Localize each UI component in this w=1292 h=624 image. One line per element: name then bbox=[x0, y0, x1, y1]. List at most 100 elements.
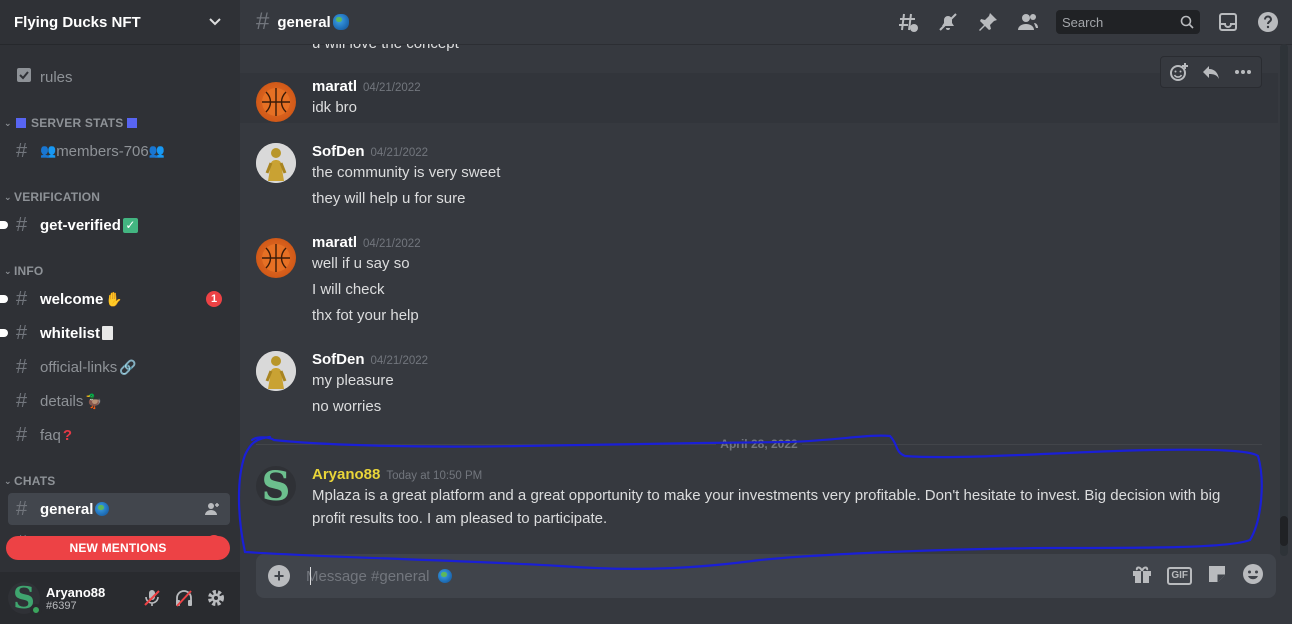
channel-label: official-links bbox=[40, 358, 118, 376]
message-text: u will love the concept bbox=[312, 44, 459, 52]
more-icon[interactable] bbox=[1229, 58, 1257, 86]
settings-icon[interactable] bbox=[200, 582, 232, 614]
chat-area: # general Search maratl 04/21/2022 idk b… bbox=[240, 0, 1292, 624]
wave-hand-emoji-icon: ✋ bbox=[105, 290, 123, 307]
channel-details[interactable]: # details 🦆 bbox=[8, 385, 230, 417]
author-name[interactable]: maratl bbox=[312, 234, 357, 251]
channel-label: faq bbox=[40, 426, 61, 444]
channel-label: rules bbox=[40, 68, 73, 86]
channel-general[interactable]: # general bbox=[8, 493, 230, 525]
category-chats[interactable]: ⌄ CHATS bbox=[4, 474, 55, 488]
hash-icon: # bbox=[16, 322, 28, 344]
author-name[interactable]: Aryano88 bbox=[312, 466, 380, 483]
plus-icon[interactable]: + bbox=[268, 565, 290, 587]
search-icon bbox=[1180, 15, 1194, 29]
message-author[interactable]: SofDen 04/21/2022 bbox=[312, 351, 428, 368]
message-input[interactable] bbox=[306, 567, 1132, 585]
channel-faq[interactable]: # faq ? bbox=[8, 419, 230, 451]
channel-label: whitelist bbox=[40, 324, 101, 342]
author-name[interactable]: maratl bbox=[312, 78, 357, 95]
user-tag: #6397 bbox=[46, 599, 77, 612]
message-author[interactable]: maratl 04/21/2022 bbox=[312, 78, 421, 95]
add-reaction-icon[interactable] bbox=[1165, 58, 1193, 86]
rules-icon bbox=[16, 67, 40, 87]
duck-emoji-icon: 🦆 bbox=[85, 392, 103, 409]
checkmark-emoji-icon: ✓ bbox=[122, 217, 138, 233]
channel-get-verified[interactable]: # get-verified ✓ bbox=[0, 209, 230, 241]
hash-icon: # bbox=[16, 288, 28, 310]
category-info[interactable]: ⌄ INFO bbox=[4, 264, 43, 278]
gift-icon[interactable] bbox=[1131, 563, 1153, 590]
mic-muted-icon[interactable] bbox=[136, 582, 168, 614]
avatar[interactable]: S bbox=[8, 581, 42, 616]
link-emoji-icon: 🔗 bbox=[119, 358, 137, 375]
unread-indicator bbox=[0, 329, 8, 337]
scrollbar-thumb[interactable] bbox=[1280, 516, 1288, 546]
channel-official-links[interactable]: # official-links 🔗 bbox=[8, 351, 230, 383]
chevron-down-icon: ⌄ bbox=[4, 265, 12, 276]
headphones-muted-icon[interactable] bbox=[168, 582, 200, 614]
new-mentions-button[interactable]: NEW MENTIONS bbox=[6, 536, 230, 560]
message-timestamp: 04/21/2022 bbox=[363, 238, 421, 250]
category-verification[interactable]: ⌄ VERIFICATION bbox=[4, 190, 100, 204]
category-server-stats[interactable]: ⌄ SERVER STATS bbox=[4, 116, 138, 130]
avatar[interactable] bbox=[256, 351, 296, 391]
avatar[interactable] bbox=[256, 143, 296, 183]
message-text: my pleasure bbox=[312, 372, 394, 389]
avatar[interactable] bbox=[256, 82, 296, 122]
chevron-down-icon bbox=[209, 18, 221, 26]
message-text: they will help u for sure bbox=[312, 190, 466, 207]
hash-icon: # bbox=[256, 8, 270, 35]
message-author[interactable]: SofDen 04/21/2022 bbox=[312, 143, 428, 160]
category-label: INFO bbox=[14, 264, 44, 278]
pin-icon[interactable] bbox=[976, 10, 1000, 34]
channel-welcome[interactable]: # welcome ✋ 1 bbox=[0, 283, 230, 315]
message-timestamp: Today at 10:50 PM bbox=[386, 470, 483, 482]
hash-icon: # bbox=[16, 214, 28, 236]
message-text: idk bro bbox=[312, 99, 358, 116]
avatar[interactable]: S bbox=[256, 463, 296, 510]
mute-bell-icon[interactable] bbox=[936, 10, 960, 34]
unread-indicator bbox=[0, 295, 8, 303]
channel-members[interactable]: # 👥 members-706 👥 bbox=[8, 135, 230, 167]
inbox-icon[interactable] bbox=[1216, 10, 1240, 34]
avatar[interactable] bbox=[256, 238, 296, 278]
message-text: I will check bbox=[312, 281, 385, 298]
help-icon[interactable] bbox=[1256, 10, 1280, 34]
message-author[interactable]: Aryano88 Today at 10:50 PM bbox=[312, 466, 482, 483]
add-member-icon[interactable] bbox=[204, 501, 220, 517]
message-actions-toolbar bbox=[1160, 56, 1262, 88]
channel-rules[interactable]: rules bbox=[8, 61, 230, 93]
threads-icon[interactable] bbox=[896, 10, 920, 34]
category-stats-icon bbox=[16, 118, 26, 128]
channel-label: members-706 bbox=[56, 142, 149, 160]
channel-label: general bbox=[40, 500, 94, 518]
members-icon[interactable] bbox=[1016, 10, 1040, 34]
message-composer: + GIF bbox=[256, 554, 1276, 598]
hash-icon: # bbox=[16, 356, 28, 378]
channel-whitelist[interactable]: # whitelist bbox=[0, 317, 230, 349]
author-name[interactable]: SofDen bbox=[312, 351, 365, 368]
message-author[interactable]: maratl 04/21/2022 bbox=[312, 234, 421, 251]
globe-emoji-icon bbox=[332, 14, 349, 30]
author-name[interactable]: SofDen bbox=[312, 143, 365, 160]
scrollbar[interactable] bbox=[1280, 44, 1288, 556]
user-info[interactable]: Aryano88 #6397 bbox=[46, 585, 136, 612]
reply-icon[interactable] bbox=[1197, 58, 1225, 86]
discord-app: Flying Ducks NFT rules ⌄ SERVER STATS # … bbox=[0, 0, 1292, 624]
text-cursor bbox=[310, 567, 311, 585]
chevron-down-icon: ⌄ bbox=[4, 117, 12, 128]
sticker-icon[interactable] bbox=[1206, 563, 1228, 590]
category-label: SERVER STATS bbox=[31, 116, 124, 130]
hash-icon: # bbox=[16, 390, 28, 412]
message-timestamp: 04/21/2022 bbox=[370, 355, 429, 367]
date-divider-text: April 28, 2022 bbox=[716, 437, 802, 451]
category-label: VERIFICATION bbox=[14, 190, 101, 204]
server-header[interactable]: Flying Ducks NFT bbox=[0, 0, 240, 44]
emoji-icon[interactable] bbox=[1242, 563, 1264, 590]
online-status-indicator bbox=[30, 604, 42, 616]
gif-icon[interactable]: GIF bbox=[1167, 567, 1192, 585]
hash-icon: # bbox=[16, 498, 28, 520]
search-input[interactable]: Search bbox=[1056, 10, 1200, 34]
hash-icon: # bbox=[16, 140, 28, 162]
